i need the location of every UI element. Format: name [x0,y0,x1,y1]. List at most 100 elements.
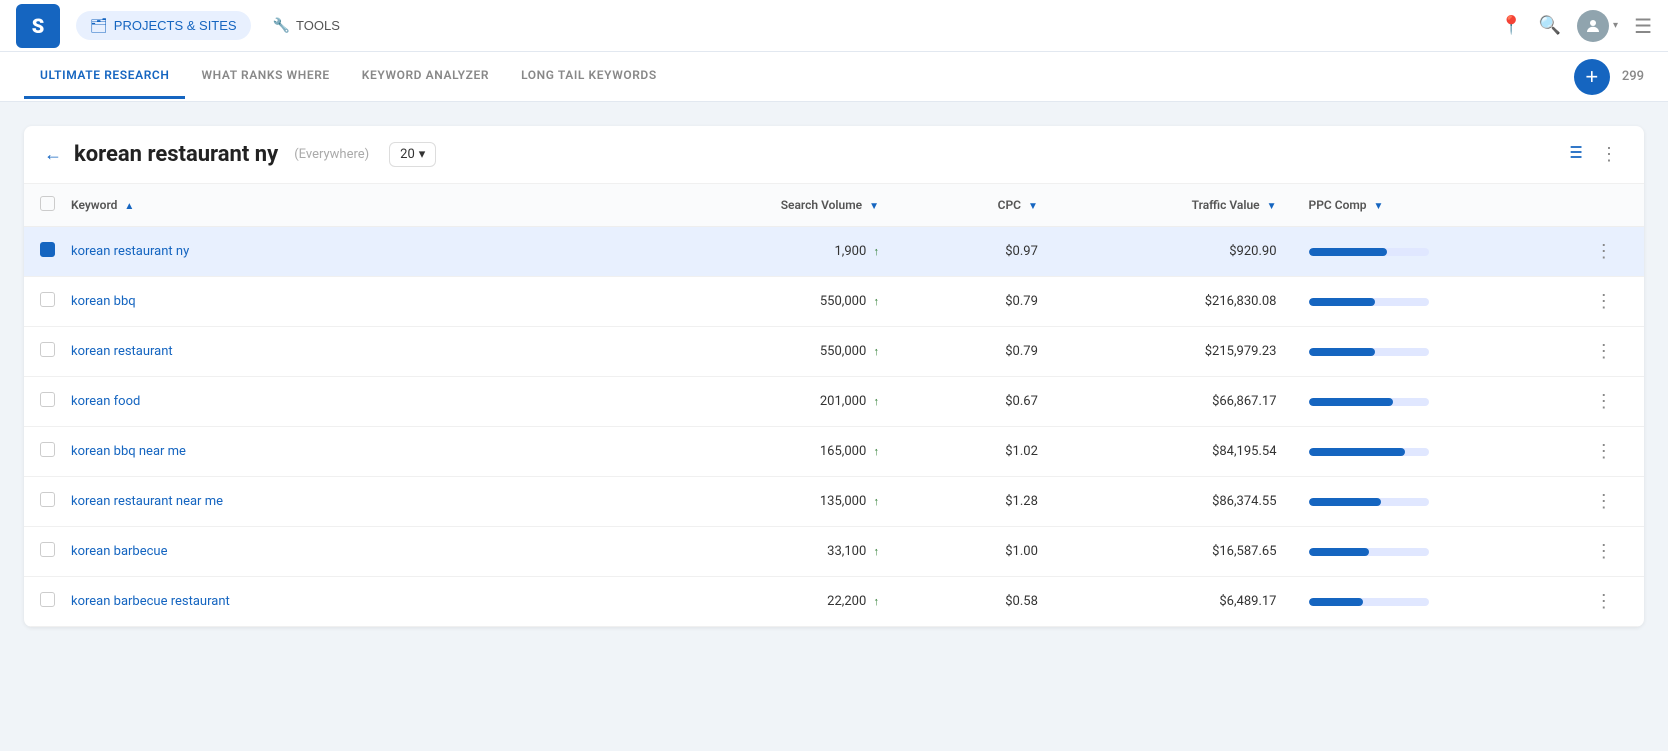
card-more-options-button[interactable]: ⋮ [1594,142,1624,167]
row-checkbox-6[interactable] [40,542,55,557]
th-search-volume[interactable]: Search Volume ▼ [656,184,895,227]
nav-tools[interactable]: 🔧 TOOLS [259,11,354,40]
sv-cell-7: 22,200 ↑ [656,577,895,627]
avatar [1577,10,1609,42]
keyword-cell-5: korean restaurant near me [55,477,656,527]
row-checkbox-3[interactable] [40,392,55,407]
user-avatar-menu[interactable]: ▾ [1577,10,1618,42]
ppc-cell-3 [1293,377,1564,427]
keyword-link-0[interactable]: korean restaurant ny [71,244,189,259]
sv-cell-2: 550,000 ↑ [656,327,895,377]
search-icon[interactable]: 🔍 [1539,15,1561,36]
tab-keyword-analyzer[interactable]: KEYWORD ANALYZER [346,54,505,99]
sv-cell-0: 1,900 ↑ [656,227,895,277]
sv-sort-icon: ▼ [869,201,879,212]
select-all-checkbox[interactable] [40,196,55,211]
row-actions-4: ⋮ [1564,427,1644,477]
row-more-button-0[interactable]: ⋮ [1589,239,1619,264]
tools-icon: 🔧 [273,17,290,34]
search-title: korean restaurant ny [74,142,278,167]
menu-icon[interactable]: ☰ [1634,14,1652,38]
tv-cell-1: $216,830.08 [1054,277,1293,327]
logo-button[interactable]: S [16,4,60,48]
cpc-sort-icon: ▼ [1028,201,1038,212]
ppc-bar-inner-4 [1309,448,1405,456]
row-checkbox-5[interactable] [40,492,55,507]
ppc-bar-inner-2 [1309,348,1375,356]
keyword-cell-4: korean bbq near me [55,427,656,477]
cpc-cell-5: $1.28 [895,477,1054,527]
cpc-cell-6: $1.00 [895,527,1054,577]
ppc-cell-6 [1293,527,1564,577]
row-more-button-2[interactable]: ⋮ [1589,339,1619,364]
row-more-button-6[interactable]: ⋮ [1589,539,1619,564]
sub-nav-tabs: ULTIMATE RESEARCH WHAT RANKS WHERE KEYWO… [24,54,1574,99]
th-ppc-comp[interactable]: PPC Comp ▼ [1293,184,1564,227]
row-actions-1: ⋮ [1564,277,1644,327]
row-more-button-5[interactable]: ⋮ [1589,489,1619,514]
row-checkbox-4[interactable] [40,442,55,457]
ppc-cell-0 [1293,227,1564,277]
nav-projects-sites[interactable]: 🗂 PROJECTS & SITES [76,11,251,40]
tv-cell-3: $66,867.17 [1054,377,1293,427]
th-traffic-value[interactable]: Traffic Value ▼ [1054,184,1293,227]
tv-cell-7: $6,489.17 [1054,577,1293,627]
ppc-bar-outer-2 [1309,348,1429,356]
trend-icon-2: ↑ [873,345,879,358]
tab-ultimate-research[interactable]: ULTIMATE RESEARCH [24,54,185,99]
th-cpc[interactable]: CPC ▼ [895,184,1054,227]
keyword-cell-1: korean bbq [55,277,656,327]
sub-nav-right: + 299 [1574,59,1644,95]
tab-long-tail-keywords[interactable]: LONG TAIL KEYWORDS [505,54,673,99]
table-row: korean barbecue restaurant 22,200 ↑ $0.5… [24,577,1644,627]
keyword-link-5[interactable]: korean restaurant near me [71,494,223,509]
keyword-link-7[interactable]: korean barbecue restaurant [71,594,230,609]
row-more-button-7[interactable]: ⋮ [1589,589,1619,614]
location-tag: (Everywhere) [294,147,369,162]
keyword-results-card: ← korean restaurant ny (Everywhere) 20 ▾… [24,126,1644,627]
ppc-bar-inner-1 [1309,298,1375,306]
keyword-cell-6: korean barbecue [55,527,656,577]
location-pin-icon[interactable]: 📍 [1500,15,1522,36]
nav-tools-label: TOOLS [296,18,340,33]
chevron-down-icon: ▾ [1613,20,1618,31]
top-right-actions: 📍 🔍 ▾ ☰ [1500,10,1652,42]
row-actions-5: ⋮ [1564,477,1644,527]
keyword-link-3[interactable]: korean food [71,394,140,409]
row-more-button-3[interactable]: ⋮ [1589,389,1619,414]
row-checkbox-0[interactable] [40,242,55,257]
tv-sort-icon: ▼ [1267,201,1277,212]
tab-what-ranks-where[interactable]: WHAT RANKS WHERE [185,54,345,99]
sv-cell-3: 201,000 ↑ [656,377,895,427]
ppc-bar-inner-5 [1309,498,1381,506]
ppc-bar-outer-7 [1309,598,1429,606]
results-count-select[interactable]: 20 ▾ [389,142,436,167]
row-actions-2: ⋮ [1564,327,1644,377]
sv-cell-5: 135,000 ↑ [656,477,895,527]
keyword-link-1[interactable]: korean bbq [71,294,136,309]
sv-cell-1: 550,000 ↑ [656,277,895,327]
filter-columns-button[interactable] [1564,142,1584,167]
th-keyword[interactable]: Keyword ▲ [55,184,656,227]
row-checkbox-7[interactable] [40,592,55,607]
cpc-cell-1: $0.79 [895,277,1054,327]
ppc-bar-inner-6 [1309,548,1369,556]
keyword-link-4[interactable]: korean bbq near me [71,444,186,459]
trend-icon-5: ↑ [873,495,879,508]
keyword-link-6[interactable]: korean barbecue [71,544,168,559]
back-button[interactable]: ← [44,144,62,165]
keyword-link-2[interactable]: korean restaurant [71,344,173,359]
row-more-button-4[interactable]: ⋮ [1589,439,1619,464]
ppc-bar-outer-5 [1309,498,1429,506]
ppc-bar-inner-7 [1309,598,1363,606]
add-button[interactable]: + [1574,59,1610,95]
trend-icon-6: ↑ [873,545,879,558]
nav-projects-label: PROJECTS & SITES [114,18,237,33]
sv-cell-4: 165,000 ↑ [656,427,895,477]
row-checkbox-2[interactable] [40,342,55,357]
cpc-cell-2: $0.79 [895,327,1054,377]
row-actions-6: ⋮ [1564,527,1644,577]
row-checkbox-1[interactable] [40,292,55,307]
row-more-button-1[interactable]: ⋮ [1589,289,1619,314]
ppc-cell-7 [1293,577,1564,627]
